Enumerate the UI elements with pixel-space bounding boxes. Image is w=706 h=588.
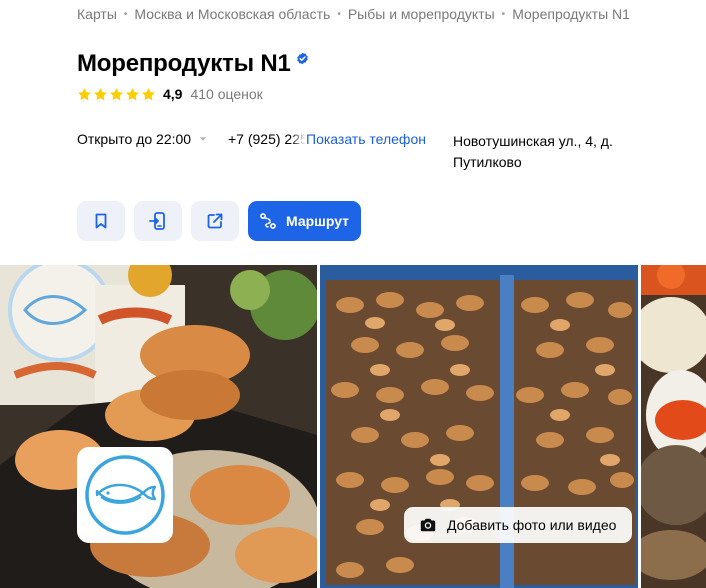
star-icon (78, 87, 91, 100)
photo-gallery: Добавить фото или видео (0, 265, 706, 588)
rating-stars (77, 87, 156, 102)
gallery-photo[interactable] (641, 265, 706, 588)
camera-icon (420, 518, 436, 532)
breadcrumb-item-category[interactable]: Рыбы и морепродукты (348, 6, 495, 22)
reviews-count[interactable]: 410 оценок (190, 86, 262, 102)
rating-value: 4,9 (163, 86, 183, 102)
breadcrumb-separator: • (501, 8, 506, 20)
bookmark-icon (95, 213, 107, 229)
phone-block: +7 (925) 225 Показать телефон (228, 131, 426, 147)
open-status-text: Открыто до 22:00 (77, 131, 192, 147)
star-icon (110, 87, 123, 100)
breadcrumb-separator: • (337, 8, 341, 20)
breadcrumb: Карты • Москва и Московская область • Ры… (77, 6, 630, 22)
show-phone-link[interactable]: Показать телефон (306, 131, 426, 147)
chevron-down-icon (199, 137, 207, 141)
send-to-phone-icon (149, 212, 165, 230)
phone-number: +7 (925) 225 (228, 131, 306, 147)
breadcrumb-separator: • (123, 8, 128, 20)
verified-check-icon (296, 52, 308, 64)
star-icon (126, 87, 139, 100)
route-button[interactable]: Маршрут (248, 201, 362, 241)
page-title: Морепродукты N1 (77, 50, 291, 77)
add-photo-button[interactable]: Добавить фото или видео (404, 507, 633, 543)
photo-image (641, 265, 706, 588)
breadcrumb-item-current[interactable]: Морепродукты N1 (512, 6, 630, 22)
fish-logo-icon (85, 455, 165, 535)
share-icon (207, 213, 223, 229)
rating-row[interactable]: 4,9 410 оценок (77, 86, 263, 102)
route-icon (260, 213, 276, 229)
star-icon (94, 87, 107, 100)
add-photo-label: Добавить фото или видео (447, 517, 617, 533)
title-row: Морепродукты N1 (77, 50, 309, 78)
open-hours-dropdown[interactable]: Открыто до 22:00 (77, 131, 207, 147)
share-button[interactable] (191, 201, 239, 241)
gallery-photo[interactable] (0, 265, 317, 588)
star-icon (142, 87, 155, 100)
breadcrumb-item-maps[interactable]: Карты (77, 6, 117, 22)
address[interactable]: Новотушинская ул., 4, д. Путилково (453, 131, 643, 173)
route-button-label: Маршрут (286, 213, 350, 229)
action-bar: Маршрут (77, 201, 362, 241)
breadcrumb-item-region[interactable]: Москва и Московская область (134, 6, 330, 22)
business-logo (77, 447, 173, 543)
gallery-photo[interactable]: Добавить фото или видео (320, 265, 638, 588)
bookmark-button[interactable] (77, 201, 125, 241)
send-to-phone-button[interactable] (134, 201, 182, 241)
